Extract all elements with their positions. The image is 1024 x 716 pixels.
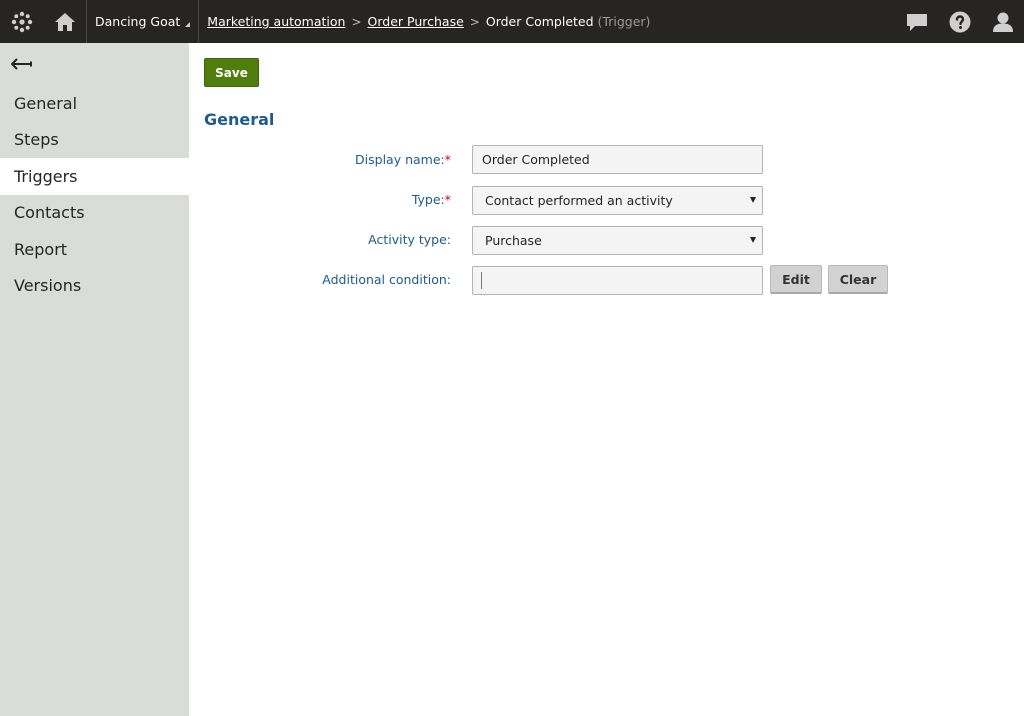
activity-type-value: Purchase (485, 233, 542, 248)
display-name-label-text: Display name: (355, 152, 445, 167)
sidebar-item-report[interactable]: Report (0, 231, 189, 268)
breadcrumb-current: Order Completed (485, 14, 594, 29)
sidebar-item-contacts[interactable]: Contacts (0, 195, 189, 232)
site-selector[interactable]: Dancing Goat (87, 0, 198, 43)
additional-condition-field[interactable] (472, 266, 763, 295)
app-logo-icon[interactable] (0, 0, 43, 43)
display-name-value: Order Completed (482, 152, 590, 167)
breadcrumb-order-purchase[interactable]: Order Purchase (368, 14, 464, 29)
sidebar: General Steps Triggers Contacts Report V… (0, 43, 189, 716)
sidebar-item-label: Contacts (14, 203, 85, 223)
display-name-label: Display name:* (355, 152, 451, 167)
user-icon[interactable] (981, 0, 1024, 43)
sidebar-item-label: Report (14, 239, 68, 259)
breadcrumb: Marketing automation > Order Purchase > … (199, 14, 650, 29)
sidebar-item-general[interactable]: General (0, 85, 189, 122)
home-icon[interactable] (43, 0, 86, 43)
main-content: Save General Display name:* Order Comple… (189, 43, 1024, 716)
sidebar-item-label: General (14, 93, 78, 113)
breadcrumb-current-type: (Trigger) (597, 14, 651, 29)
required-mark: * (444, 152, 451, 167)
help-icon[interactable] (938, 0, 981, 43)
sidebar-item-steps[interactable]: Steps (0, 122, 189, 159)
type-select[interactable]: Contact performed an activity (472, 186, 763, 215)
text-cursor (481, 272, 482, 289)
activity-type-select[interactable]: Purchase (472, 226, 763, 255)
additional-condition-label-text: Additional condition: (322, 272, 451, 287)
type-label: Type:* (412, 192, 451, 207)
breadcrumb-separator: > (469, 14, 480, 29)
type-label-text: Type: (411, 192, 445, 207)
required-mark: * (444, 192, 451, 207)
section-title: General (204, 110, 275, 129)
activity-type-label-text: Activity type: (368, 232, 451, 247)
top-bar: Dancing Goat Marketing automation > Orde… (0, 0, 1024, 43)
activity-type-label: Activity type: (368, 232, 451, 247)
sidebar-item-versions[interactable]: Versions (0, 268, 189, 305)
sidebar-item-label: Steps (14, 130, 59, 150)
back-button[interactable] (0, 43, 189, 85)
breadcrumb-separator: > (351, 14, 362, 29)
back-arrow-icon (11, 58, 32, 70)
save-button[interactable]: Save (204, 58, 259, 87)
breadcrumb-marketing-automation[interactable]: Marketing automation (207, 14, 345, 29)
chat-icon[interactable] (895, 0, 938, 43)
sidebar-item-label: Versions (14, 276, 82, 296)
type-value: Contact performed an activity (485, 193, 673, 208)
header-actions (895, 0, 1024, 43)
additional-condition-label: Additional condition: (322, 272, 451, 287)
edit-button[interactable]: Edit (770, 265, 822, 294)
display-name-field[interactable]: Order Completed (472, 145, 763, 174)
sidebar-item-triggers[interactable]: Triggers (0, 158, 189, 195)
sidebar-item-label: Triggers (14, 166, 78, 186)
caret-icon (185, 22, 191, 27)
site-name: Dancing Goat (95, 14, 181, 29)
clear-button[interactable]: Clear (828, 265, 888, 294)
dropdown-arrow-icon (750, 237, 756, 243)
dropdown-arrow-icon (750, 197, 756, 203)
